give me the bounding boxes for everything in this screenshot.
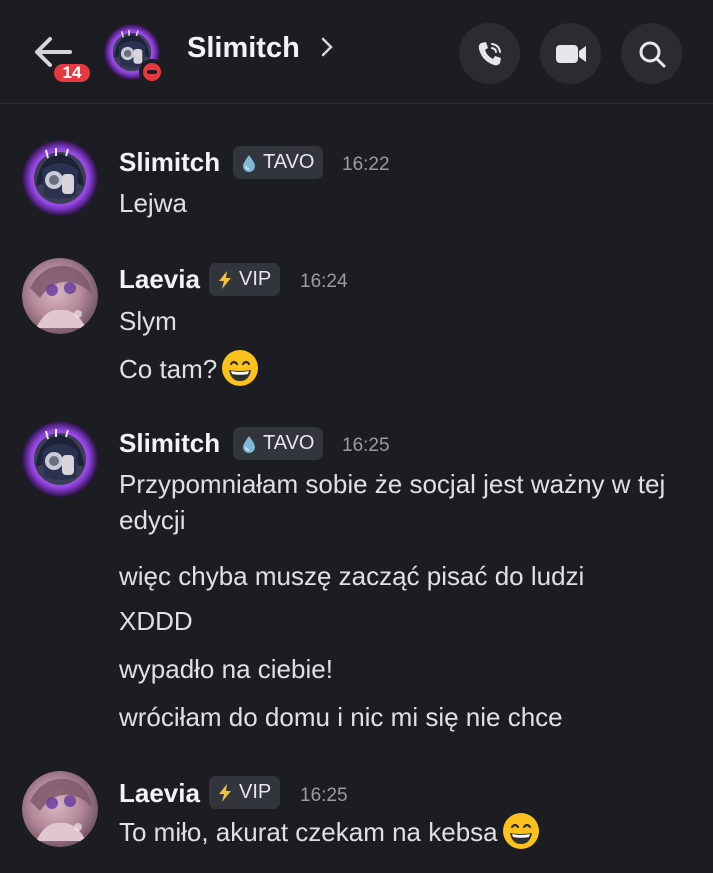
avatar[interactable] <box>22 771 98 847</box>
unread-badge: 14 <box>51 61 93 85</box>
message-text: Lejwa <box>119 188 187 218</box>
author-name[interactable]: Slimitch <box>119 428 220 459</box>
message-text: więc chyba muszę zacząć pisać do ludzi <box>119 561 585 591</box>
message-text: Slym <box>119 306 177 336</box>
lightning-icon <box>215 783 235 803</box>
message-text: To miło, akurat czekam na kebsa <box>119 816 498 847</box>
chevron-right-icon[interactable] <box>320 36 334 58</box>
author-name[interactable]: Slimitch <box>119 147 220 178</box>
author-name[interactable]: Laevia <box>119 264 200 295</box>
role-label: TAVO <box>263 151 315 173</box>
channel-title[interactable]: Slimitch <box>187 32 300 65</box>
avatar[interactable] <box>22 421 98 497</box>
phone-call-icon <box>478 41 501 65</box>
message-text: wróciłam do domu i nic mi się nie chce <box>119 702 563 732</box>
search-button[interactable] <box>621 23 682 84</box>
voice-call-button[interactable] <box>459 23 520 84</box>
message-text: Co tam? <box>119 353 218 384</box>
search-icon <box>639 41 665 67</box>
message-text: XDDD <box>119 606 193 636</box>
video-camera-icon <box>555 44 586 63</box>
video-call-button[interactable] <box>540 23 601 84</box>
role-tag[interactable]: TAVO <box>233 427 324 460</box>
message-text: Przypomniałam sobie że socjal jest ważny… <box>119 469 666 535</box>
grinning-face-emoji <box>221 349 260 387</box>
timestamp: 16:22 <box>342 154 390 175</box>
timestamp: 16:25 <box>342 435 390 456</box>
water-drop-icon <box>239 434 259 454</box>
grinning-face-emoji <box>501 812 540 850</box>
timestamp: 16:24 <box>300 271 348 292</box>
role-label: TAVO <box>263 432 315 454</box>
water-drop-icon <box>239 153 259 173</box>
avatar[interactable] <box>22 140 98 216</box>
role-label: VIP <box>239 268 272 290</box>
message-text: wypadło na ciebie! <box>119 654 333 684</box>
avatar[interactable] <box>22 258 98 334</box>
do-not-disturb-icon <box>139 59 165 85</box>
timestamp: 16:25 <box>300 785 348 806</box>
role-tag[interactable]: VIP <box>209 776 281 809</box>
author-name[interactable]: Laevia <box>119 778 200 809</box>
role-tag[interactable]: TAVO <box>233 146 324 179</box>
chat-header: 14 Slimitch <box>0 0 713 104</box>
lightning-icon <box>215 270 235 290</box>
role-tag[interactable]: VIP <box>209 263 281 296</box>
message-text-row: Co tam? <box>119 349 260 390</box>
message-text-row: To miło, akurat czekam na kebsa <box>119 812 540 853</box>
role-label: VIP <box>239 781 272 803</box>
